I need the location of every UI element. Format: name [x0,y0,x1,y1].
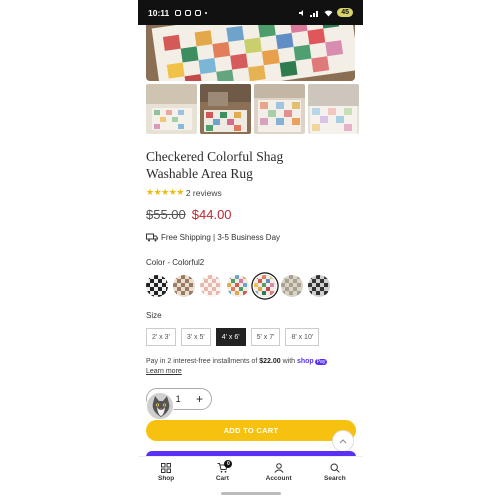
swatch-black-white[interactable] [146,275,168,297]
notification-icon [195,9,202,16]
swatch-pink[interactable] [200,275,222,297]
installments-text-suffix: with [280,358,297,365]
wifi-icon [324,9,333,16]
user-icon [274,463,284,473]
quantity-value[interactable]: 1 [176,394,181,404]
swatch-black-grey[interactable] [308,275,330,297]
color-label: Color - Colorful2 [146,258,205,267]
quantity-increase-button[interactable]: + [196,392,203,406]
shop-pay-logo: shop [296,358,314,365]
notification-dot-icon [205,11,208,14]
swatch-grey-beige[interactable] [281,275,303,297]
notification-icon [185,9,192,16]
cat-avatar-overlay[interactable] [146,392,174,420]
shop-pay-badge: Pay [314,359,328,365]
nav-cart-label: Cart [215,475,229,482]
rug-image [146,25,355,81]
product-title: Checkered Colorful Shag Washable Area Ru… [146,148,346,182]
phone-screen: 10:11 45 Checkered Colorful Shag Washabl… [138,0,363,500]
shipping-text: Free Shipping | 3-5 Business Day [161,233,281,242]
price-block: $55.00 $44.00 [146,207,232,222]
notification-icon [175,9,182,16]
swatch-brown[interactable] [173,275,195,297]
battery-indicator: 45 [337,8,353,17]
status-time: 10:11 [148,7,170,18]
add-to-cart-button[interactable]: ADD TO CART [146,420,356,441]
truck-icon [146,233,158,242]
nav-shop-label: Shop [158,475,175,482]
size-label: Size [146,311,162,320]
nav-shop[interactable]: Shop [146,463,186,482]
cart-count-badge: 0 [224,460,233,468]
learn-more-link[interactable]: Learn more [146,368,182,375]
thumbnail-2[interactable] [200,84,251,134]
size-option-3x5[interactable]: 3' x 5' [180,328,211,346]
nav-account[interactable]: Account [259,463,299,482]
mute-icon [299,9,304,16]
thumbnail-strip [146,84,363,134]
swatch-colorful1[interactable] [227,275,249,297]
size-option-2x3[interactable]: 2' x 3' [146,328,176,346]
product-title-line-1: Checkered Colorful Shag [146,149,284,164]
shipping-info: Free Shipping | 3-5 Business Day [146,233,280,242]
chevron-up-icon [339,439,347,444]
product-rating[interactable]: ★★★★★ 2 reviews [146,187,222,198]
size-options: 2' x 3' 3' x 5' 4' x 6' 5' x 7' 8' x 10' [146,328,320,346]
swatch-colorful2-selected[interactable] [254,275,276,297]
color-swatches [146,275,330,297]
search-icon [330,463,340,473]
nav-account-label: Account [265,475,292,482]
product-title-line-2: Washable Area Rug [146,166,253,181]
installments-text-prefix: Pay in 2 interest-free installments of [146,358,260,365]
nav-cart[interactable]: 0 Cart [202,460,242,482]
nav-search[interactable]: Search [315,463,355,482]
product-hero-image[interactable] [146,25,355,81]
review-count: 2 reviews [185,187,222,198]
installment-amount: $22.00 [259,358,281,365]
thumbnail-3[interactable] [254,84,305,134]
scroll-to-top-button[interactable] [332,430,354,452]
sale-price: $44.00 [191,207,232,222]
home-indicator[interactable] [221,492,281,495]
signal-icon [310,10,319,17]
nav-search-label: Search [324,475,346,482]
thumbnail-4[interactable] [308,84,359,134]
size-option-8x10[interactable]: 8' x 10' [285,328,320,346]
notification-icons [175,9,208,16]
bottom-navigation: Shop 0 Cart Account Search [138,456,363,488]
five-star-rating-icon: ★★★★★ [146,187,184,197]
grid-icon [161,463,172,473]
compare-at-price: $55.00 [146,207,186,222]
status-right: 45 [298,8,353,17]
size-option-4x6-selected[interactable]: 4' x 6' [215,328,246,346]
status-bar: 10:11 45 [138,0,363,25]
size-option-5x7[interactable]: 5' x 7' [250,328,281,346]
thumbnail-1[interactable] [146,84,197,134]
shop-pay-installments: Pay in 2 interest-free installments of $… [146,357,356,367]
